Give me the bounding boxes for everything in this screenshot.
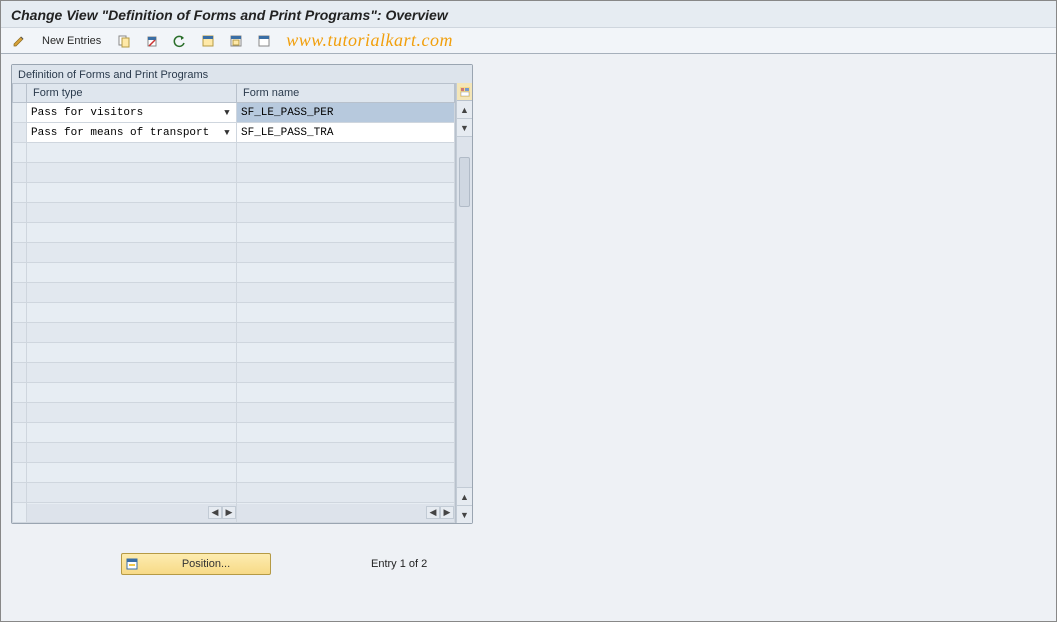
position-icon	[122, 558, 142, 570]
table-row	[13, 183, 455, 203]
panel-title: Definition of Forms and Print Programs	[12, 65, 472, 83]
select-block-icon[interactable]	[224, 32, 248, 50]
table-row	[13, 443, 455, 463]
chevron-down-icon[interactable]: ▼	[220, 128, 234, 138]
position-button-label: Position...	[142, 558, 270, 570]
row-selector-header[interactable]	[13, 84, 27, 103]
table-row	[13, 463, 455, 483]
table-row	[13, 143, 455, 163]
footer: Position... Entry 1 of 2	[1, 534, 1056, 594]
col-header-form-type[interactable]: Form type	[27, 84, 237, 103]
table-settings-icon[interactable]	[457, 83, 472, 101]
table-row	[13, 243, 455, 263]
scroll-left-icon[interactable]: ◀	[426, 506, 440, 519]
deselect-all-icon[interactable]	[252, 32, 276, 50]
row-selector[interactable]	[13, 323, 27, 343]
table-row	[13, 343, 455, 363]
form-name-input[interactable]: SF_LE_PASS_TRA	[237, 123, 454, 142]
form-type-dropdown[interactable]: Pass for visitors▼	[27, 103, 236, 122]
row-selector[interactable]	[13, 183, 27, 203]
table-row	[13, 423, 455, 443]
scroll-right-icon[interactable]: ▶	[440, 506, 454, 519]
row-selector[interactable]	[13, 303, 27, 323]
undo-change-icon[interactable]	[168, 32, 192, 50]
form-name-input[interactable]: SF_LE_PASS_PER	[237, 103, 454, 122]
watermark-text: www.tutorialkart.com	[286, 30, 453, 51]
delete-icon[interactable]	[140, 32, 164, 50]
hscroll-form-type[interactable]: ◀ ▶	[27, 504, 236, 522]
scrollbar-thumb[interactable]	[459, 157, 470, 207]
position-button[interactable]: Position...	[121, 553, 271, 575]
entry-status: Entry 1 of 2	[371, 558, 427, 570]
table-row	[13, 323, 455, 343]
form-type-value: Pass for visitors	[31, 107, 220, 119]
form-type-dropdown[interactable]: Pass for means of transport▼	[27, 123, 236, 142]
scrollbar-track[interactable]	[457, 137, 472, 487]
toggle-display-change-icon[interactable]	[7, 32, 31, 50]
table-row: Pass for visitors▼SF_LE_PASS_PER	[13, 103, 455, 123]
row-selector[interactable]	[13, 343, 27, 363]
scroll-right-icon[interactable]: ▶	[222, 506, 236, 519]
row-selector[interactable]	[13, 203, 27, 223]
row-selector[interactable]	[13, 163, 27, 183]
table-row	[13, 363, 455, 383]
row-selector[interactable]	[13, 363, 27, 383]
row-selector[interactable]	[13, 143, 27, 163]
table-row	[13, 203, 455, 223]
scroll-down-icon[interactable]: ▼	[457, 505, 472, 523]
table-row	[13, 263, 455, 283]
table-row	[13, 383, 455, 403]
row-selector[interactable]	[13, 263, 27, 283]
table-row	[13, 403, 455, 423]
copy-as-icon[interactable]	[112, 32, 136, 50]
form-type-value: Pass for means of transport	[31, 127, 220, 139]
row-selector[interactable]	[13, 243, 27, 263]
scroll-up-icon[interactable]: ▲	[457, 487, 472, 505]
row-selector[interactable]	[13, 443, 27, 463]
row-selector[interactable]	[13, 423, 27, 443]
forms-panel: Definition of Forms and Print Programs F…	[11, 64, 473, 524]
table-row	[13, 223, 455, 243]
row-selector[interactable]	[13, 283, 27, 303]
table-row	[13, 303, 455, 323]
chevron-down-icon[interactable]: ▼	[220, 108, 234, 118]
table-row	[13, 283, 455, 303]
row-selector[interactable]	[13, 103, 27, 123]
vertical-scrollbar[interactable]: ▲ ▼ ▲ ▼	[456, 83, 472, 523]
scroll-down-icon[interactable]: ▼	[457, 119, 472, 137]
row-selector[interactable]	[13, 483, 27, 503]
table-row	[13, 163, 455, 183]
row-selector[interactable]	[13, 463, 27, 483]
content-area: Definition of Forms and Print Programs F…	[1, 54, 1056, 534]
table-row: Pass for means of transport▼SF_LE_PASS_T…	[13, 123, 455, 143]
col-header-form-name[interactable]: Form name	[237, 84, 455, 103]
table-row	[13, 483, 455, 503]
row-selector[interactable]	[13, 223, 27, 243]
app-toolbar: New Entries www.tutorialkart.com	[1, 28, 1056, 54]
row-selector[interactable]	[13, 123, 27, 143]
new-entries-button[interactable]: New Entries	[35, 32, 108, 50]
select-all-icon[interactable]	[196, 32, 220, 50]
hscroll-form-name[interactable]: ◀ ▶	[237, 504, 454, 522]
table-header-row: Form type Form name	[13, 84, 455, 103]
row-selector[interactable]	[13, 403, 27, 423]
scroll-left-icon[interactable]: ◀	[208, 506, 222, 519]
scroll-up-icon[interactable]: ▲	[457, 101, 472, 119]
window-title: Change View "Definition of Forms and Pri…	[1, 1, 1056, 28]
forms-table: Form type Form name Pass for visitors▼SF…	[12, 83, 455, 523]
row-selector[interactable]	[13, 383, 27, 403]
